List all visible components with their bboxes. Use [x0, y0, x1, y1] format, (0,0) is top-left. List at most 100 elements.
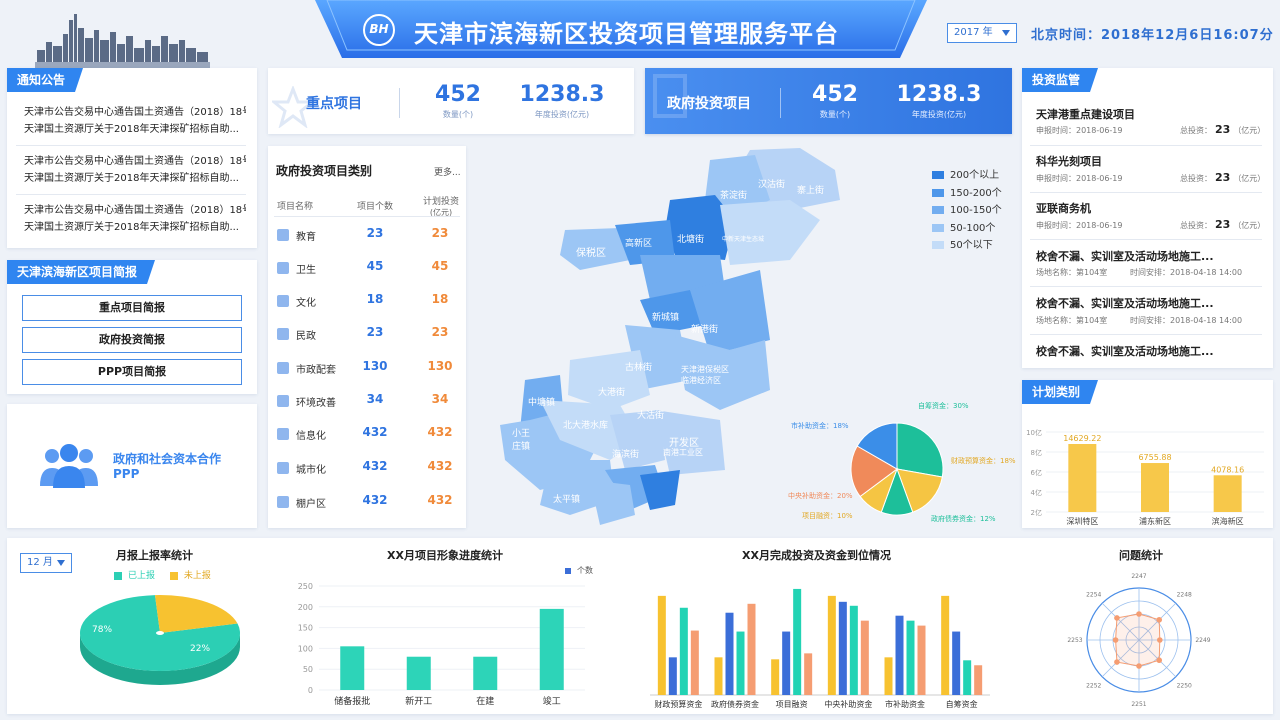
key-invest-value: 1238.3 [519, 82, 605, 107]
gov-projects-label: 政府投资项目 [667, 96, 751, 112]
map-label: 高新区 [625, 239, 653, 249]
plan-types-title: 计划类别 [1022, 380, 1099, 404]
row-count: 432 [362, 459, 388, 473]
row-name: 教育 [296, 232, 316, 243]
bar [1068, 444, 1097, 512]
bar-value-label: 14629.22 [1063, 434, 1101, 443]
bar [406, 656, 431, 690]
y-tick-label: 250 [298, 582, 313, 591]
bar [793, 588, 802, 695]
pie-label: 项目融资：10% [802, 512, 853, 520]
x-tick-label: 自筹资金 [946, 699, 978, 709]
pie-center [156, 631, 164, 635]
bar [952, 631, 961, 695]
radar-axis-label: 2253 [1067, 637, 1082, 644]
y-tick-label: 100 [298, 644, 313, 653]
map-label: 太平镇 [553, 495, 581, 505]
funding-pie-chart [850, 422, 944, 516]
radar-axis-label: 2247 [1131, 573, 1146, 580]
bar-value-label: 6755.88 [1138, 453, 1171, 462]
more-link[interactable]: 更多... [434, 165, 461, 178]
gov-invest-brief-button[interactable]: 政府投资简报 [22, 327, 242, 353]
bar [974, 665, 983, 695]
supervision-item-invest: 总投资： 23 （亿元） [1180, 171, 1265, 184]
ppp-line1: 政府和社会资本合作 [113, 452, 222, 466]
ppp-brief-button[interactable]: PPP项目简报 [22, 359, 242, 385]
notice-item[interactable]: 天津市公告交易中心通告国土资通告（2018）18号 天津国土资源厅关于2018年… [24, 104, 246, 138]
supervision-item-time: 时间安排：2018-04-18 14:00 [1130, 316, 1243, 325]
building-icon [277, 462, 289, 474]
year-select[interactable]: 2017 年 [947, 23, 1017, 43]
pie-label: 政府债券资金：12% [931, 515, 996, 523]
table-row[interactable]: 卫生 45 45 [277, 252, 459, 285]
district-map[interactable] [490, 140, 850, 530]
legend-label: 150-200个 [950, 187, 1002, 199]
page-title: 天津市滨海新区投资项目管理服务平台 [414, 20, 839, 48]
issue-radar-chart: 2247 2248 2249 2250 2251 2252 2253 2254 [1067, 573, 1210, 708]
invest-value: 23 [1215, 218, 1231, 231]
row-name: 市政配套 [296, 365, 336, 376]
supervision-item-title[interactable]: 校舍不漏、实训室及活动场地施工... [1036, 343, 1214, 359]
table-row[interactable]: 民政 23 23 [277, 318, 459, 351]
progress-chart-title: XX月项目形象进度统计 [387, 549, 503, 562]
logo-text: BH [369, 22, 389, 36]
key-project-brief-button[interactable]: 重点项目简报 [22, 295, 242, 321]
month-select[interactable]: 12 月 [20, 553, 72, 573]
supervision-item-title[interactable]: 科华光刻项目 [1036, 153, 1102, 169]
legend-label: 100-150个 [950, 205, 1002, 216]
row-name: 环境改善 [296, 398, 336, 409]
supervision-item-date: 场地名称：第104室 [1036, 316, 1108, 325]
notice-line1: 天津市公告交易中心通告国土资通告（2018）18号 [24, 205, 246, 216]
pie-label: 中央补助资金：20% [788, 492, 853, 500]
notice-title: 通知公告 [7, 68, 84, 92]
row-plan: 23 [431, 325, 449, 339]
tree-icon [277, 395, 289, 407]
notice-item[interactable]: 天津市公告交易中心通告国土资通告（2018）18号 天津国土资源厅关于2018年… [24, 202, 246, 236]
notice-line1: 天津市公告交易中心通告国土资通告（2018）18号 [24, 156, 246, 167]
map-legend: 200个以上 150-200个 100-150个 50-100个 50个以下 [932, 167, 1002, 255]
supervision-item-title[interactable]: 天津港重点建设项目 [1036, 106, 1135, 122]
radar-point [1136, 611, 1142, 617]
row-count: 23 [366, 226, 384, 240]
notice-line2: 天津国土资源厅关于2018年天津探矿招标自助... [24, 173, 239, 184]
gov-invest-label: 年度投资(亿元) [911, 110, 967, 119]
legend-swatch [932, 241, 944, 249]
map-label: 大沽街 [637, 411, 665, 421]
year-select-value: 2017 年 [954, 27, 993, 38]
bar [690, 630, 699, 695]
radar-area [1115, 613, 1161, 667]
legend-swatch [932, 223, 944, 232]
plan-types-chart: 2亿 4亿 6亿 8亿 10亿 14629.22 深圳特区 6755.88 浦东新区 4078.1… [1026, 428, 1264, 526]
gov-projects-invest: 1238.3 年度投资(亿元) [895, 82, 983, 120]
legend-label: 个数 [577, 566, 593, 575]
table-row[interactable]: 文化 18 18 [277, 285, 459, 318]
heart-icon [277, 328, 289, 340]
table-row[interactable]: 教育 23 23 [277, 219, 459, 252]
supervision-item-title[interactable]: 校舍不漏、实训室及活动场地施工... [1036, 295, 1214, 311]
table-row[interactable]: 环境改善 34 34 [277, 385, 459, 418]
table-row[interactable]: 城市化 432 432 [277, 452, 459, 485]
radar-axis-label: 2251 [1131, 701, 1146, 708]
col-name-header: 项目名称 [277, 202, 314, 212]
row-count: 18 [366, 292, 384, 306]
people-group-icon [40, 444, 98, 488]
ppp-line2: PPP [113, 467, 140, 481]
bar [1141, 463, 1169, 512]
report-rate-title: 月报上报率统计 [116, 549, 193, 562]
table-row[interactable]: 棚户区 432 432 [277, 486, 459, 519]
notice-item[interactable]: 天津市公告交易中心通告国土资通告（2018）18号 天津国土资源厅关于2018年… [24, 153, 246, 187]
row-name: 卫生 [296, 265, 316, 276]
pie-label: 财政预算资金：18% [951, 457, 1016, 465]
supervision-item-title[interactable]: 亚联商务机 [1036, 200, 1091, 216]
table-row[interactable]: 市政配套 130 130 [277, 352, 459, 385]
supervision-item-title[interactable]: 校舍不漏、实训室及活动场地施工... [1036, 248, 1214, 264]
x-tick-label: 在建 [476, 695, 494, 707]
clock-text: 北京时间：2018年12月6日16:07分 [1031, 28, 1274, 43]
legend-label: 200个以上 [950, 170, 1000, 181]
table-row[interactable]: 信息化 432 432 [277, 418, 459, 451]
x-tick-label: 新开工 [405, 695, 432, 707]
row-plan: 432 [427, 493, 453, 507]
map-label: 中新天津生态城 [722, 236, 765, 243]
supervision-item-date: 申报时间：2018-06-19 [1036, 174, 1123, 183]
invest-unit: （亿元） [1233, 221, 1266, 230]
